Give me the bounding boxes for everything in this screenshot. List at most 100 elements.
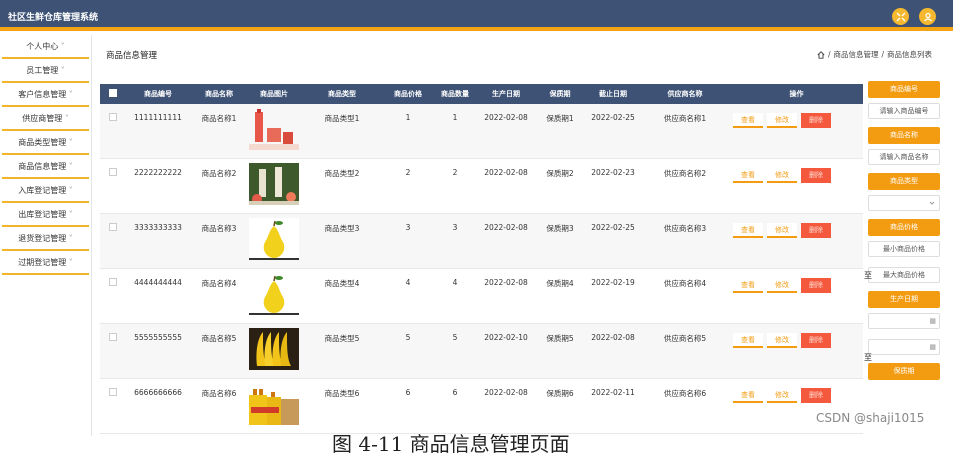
column-header[interactable]: 商品类型 [300,89,384,99]
cell-id: 2222222222 [134,168,182,177]
cell-end: 2022-02-19 [591,278,635,287]
edit-button[interactable]: 修改 [767,113,797,128]
price-label-button[interactable]: 商品价格 [868,219,940,236]
sidebar-item-label: 个人中心 [26,42,59,51]
cell-supplier: 供应商名称6 [663,389,707,398]
column-header: 商品图片 [260,90,288,98]
column-header[interactable]: 商品名称 [190,89,248,99]
cell-price: 5 [405,333,411,342]
row-checkbox[interactable] [109,278,117,286]
cell-end: 2022-02-23 [591,168,635,177]
sidebar-item[interactable]: 入库登记管理 ˅ [2,179,89,203]
cell-type: 商品类型3 [324,224,360,233]
cell-qty: 6 [452,388,458,397]
edit-button[interactable]: 修改 [767,278,797,293]
shelf-label-button[interactable]: 保质期 [868,363,940,380]
cell-shelf: 保质期3 [546,224,574,233]
delete-button[interactable]: 删除 [801,223,831,238]
select-all-checkbox[interactable] [109,89,117,97]
sidebar-item[interactable]: 过期登记管理 ˅ [2,251,89,275]
code-input[interactable]: 请输入商品编号 [868,103,940,119]
edit-button[interactable]: 修改 [767,168,797,183]
row-checkbox[interactable] [109,168,117,176]
chevron-down-icon: ˅ [58,42,65,51]
cell-supplier: 供应商名称5 [663,334,707,343]
row-checkbox[interactable] [109,223,117,231]
type-label-button[interactable]: 商品类型 [868,173,940,190]
cell-name: 商品名称4 [201,279,237,288]
fullscreen-icon[interactable] [892,8,909,25]
table-body: 1111111111 商品名称1 商品类型1 1 1 2022-02-08 保质期1 2022… [100,104,863,434]
column-header[interactable]: 供应商名称 [640,89,730,99]
table-row: 3333333333 商品名称3 商品类型3 3 3 2022-02-08 保质期3 2022… [100,214,863,269]
row-checkbox[interactable] [109,113,117,121]
column-header[interactable]: 生产日期 [478,89,534,99]
sidebar-item[interactable]: 客户信息管理 ˅ [2,83,89,107]
range-separator: 至 [864,271,872,280]
cell-name: 商品名称5 [201,334,237,343]
sidebar-item[interactable]: 出库登记管理 ˅ [2,203,89,227]
delete-button[interactable]: 删除 [801,278,831,293]
row-checkbox[interactable] [109,333,117,341]
sidebar-item-label: 入库登记管理 [18,186,67,195]
delete-button[interactable]: 删除 [801,388,831,403]
cell-qty: 1 [452,113,458,122]
sidebar-item[interactable]: 商品信息管理 ˅ [2,155,89,179]
column-header[interactable]: 商品数量 [432,89,478,99]
sidebar-item[interactable]: 退货登记管理 ˅ [2,227,89,251]
column-header[interactable]: 截止日期 [586,89,640,99]
column-header[interactable]: 商品价格 [384,89,432,99]
page-title: 商品信息管理 [106,51,158,61]
edit-button[interactable]: 修改 [767,388,797,403]
view-button[interactable]: 查看 [733,113,763,128]
view-button[interactable]: 查看 [733,223,763,238]
chevron-down-icon: ˅ [66,258,73,267]
column-header[interactable]: 商品编号 [126,89,190,99]
name-label-button[interactable]: 商品名称 [868,127,940,144]
sidebar-item[interactable]: 员工管理 ˅ [2,59,89,83]
cell-supplier: 供应商名称4 [663,279,707,288]
product-image [249,218,299,260]
chevron-down-icon: ˅ [66,90,73,99]
view-button[interactable]: 查看 [733,333,763,348]
cell-shelf: 保质期6 [546,389,574,398]
date-start-input[interactable]: ▦ [868,313,940,329]
cell-shelf: 保质期5 [546,334,574,343]
view-button[interactable]: 查看 [733,278,763,293]
max-price-input[interactable]: 最大商品价格 [868,267,940,283]
edit-button[interactable]: 修改 [767,223,797,238]
product-image [249,328,299,370]
delete-button[interactable]: 删除 [801,168,831,183]
date-label-button[interactable]: 生产日期 [868,291,940,308]
home-icon[interactable] [817,50,825,59]
name-input[interactable]: 请输入商品名称 [868,149,940,165]
sidebar-item[interactable]: 商品类型管理 ˅ [2,131,89,155]
code-label-button[interactable]: 商品编号 [868,81,940,98]
edit-button[interactable]: 修改 [767,333,797,348]
sidebar-item-label: 供应商管理 [22,114,63,123]
column-header[interactable]: 保质期 [534,89,586,99]
cell-price: 4 [405,278,411,287]
delete-button[interactable]: 删除 [801,333,831,348]
chevron-down-icon: ˅ [62,114,69,123]
product-table: 商品编号 商品名称 商品图片 商品类型 商品价格 商品数量 生产日期 保质期 截止日期 供应商名称… [100,84,863,434]
sidebar-item[interactable]: 供应商管理 ˅ [2,107,89,131]
calendar-icon: ▦ [929,343,936,351]
delete-button[interactable]: 删除 [801,113,831,128]
min-price-input[interactable]: 最小商品价格 [868,241,940,257]
cell-qty: 4 [452,278,458,287]
view-button[interactable]: 查看 [733,168,763,183]
breadcrumb-item[interactable]: 商品信息管理 [833,49,878,60]
sidebar-item-label: 退货登记管理 [18,234,67,243]
cell-price: 3 [405,223,411,232]
type-select[interactable] [868,195,940,211]
user-icon[interactable] [919,8,936,25]
cell-prod: 2022-02-08 [484,388,528,397]
sidebar-item[interactable]: 个人中心 ˅ [2,35,89,59]
date-end-input[interactable]: ▦ [868,339,940,355]
cell-end: 2022-02-11 [591,388,635,397]
sidebar-item-label: 客户信息管理 [18,90,67,99]
breadcrumb-item: 商品信息列表 [887,50,932,59]
row-checkbox[interactable] [109,388,117,396]
view-button[interactable]: 查看 [733,388,763,403]
